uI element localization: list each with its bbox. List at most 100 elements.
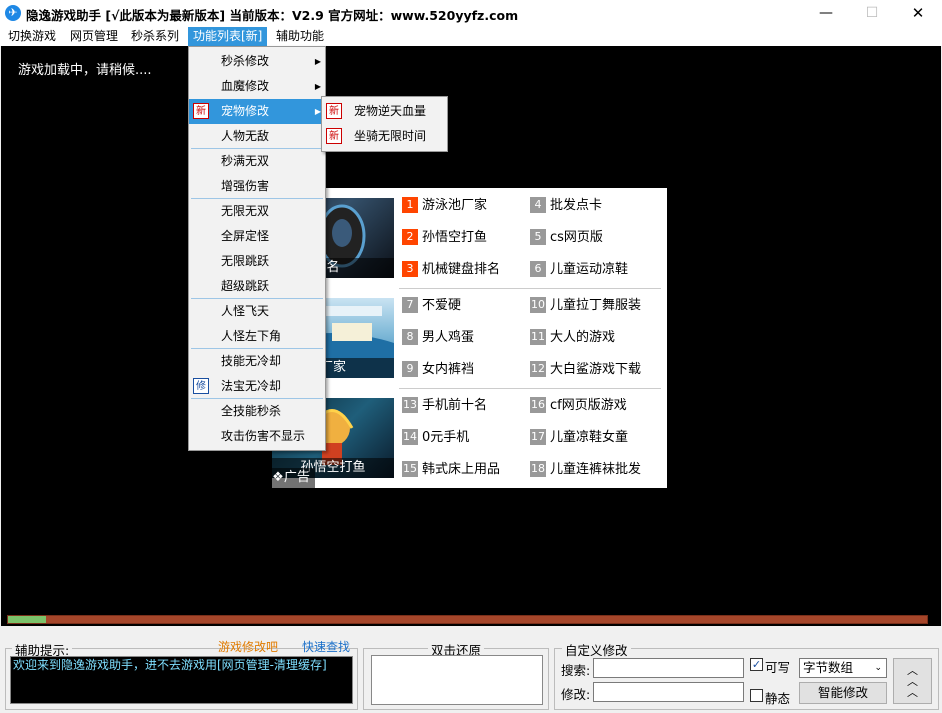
menu-switch-game[interactable]: 切换游戏 bbox=[3, 27, 61, 46]
ad-link-text: cs网页版 bbox=[550, 230, 603, 245]
dropdown-item[interactable]: 血魔修改 ▶ bbox=[189, 74, 325, 99]
dropdown-item-label: 人物无敌 bbox=[221, 129, 270, 143]
ad-link[interactable]: 7 不爱硬 bbox=[402, 296, 461, 316]
quick-search-link[interactable]: 快速查找 bbox=[302, 638, 350, 655]
rank-badge: 16 bbox=[530, 397, 546, 413]
ad-link-text: 大白鲨游戏下载 bbox=[550, 362, 642, 377]
dropdown-item[interactable]: 全屏定怪 bbox=[189, 224, 325, 249]
dropdown-item[interactable]: 增强伤害 bbox=[189, 174, 325, 199]
submenu-item[interactable]: 新宠物逆天血量 bbox=[322, 99, 447, 124]
divider bbox=[399, 288, 661, 289]
ad-link[interactable]: 6 儿童运动凉鞋 bbox=[530, 260, 628, 280]
submenu-item-label: 坐骑无限时间 bbox=[354, 129, 427, 143]
rank-badge: 17 bbox=[530, 429, 546, 445]
dropdown-item[interactable]: 秒满无双 bbox=[189, 149, 325, 174]
dropdown-item-label: 全技能秒杀 bbox=[221, 404, 282, 418]
dropdown-item-label: 技能无冷却 bbox=[221, 354, 282, 368]
rank-badge: 13 bbox=[402, 397, 418, 413]
ad-link-text: 不爱硬 bbox=[422, 298, 462, 313]
search-input[interactable] bbox=[593, 658, 744, 678]
rank-badge: 10 bbox=[530, 297, 546, 313]
rank-badge: 2 bbox=[402, 229, 418, 245]
ad-link[interactable]: 16 cf网页版游戏 bbox=[530, 396, 627, 416]
dropdown-item[interactable]: 全技能秒杀 bbox=[189, 399, 325, 424]
rank-badge: 14 bbox=[402, 429, 418, 445]
dropdown-item[interactable]: 超级跳跃 bbox=[189, 274, 325, 299]
paw-icon: ❖ bbox=[272, 470, 284, 485]
rank-badge: 6 bbox=[530, 261, 546, 277]
dropdown-item-label: 秒杀修改 bbox=[221, 54, 270, 68]
dropdown-item-label: 全屏定怪 bbox=[221, 229, 270, 243]
ad-link-text: 批发点卡 bbox=[550, 198, 603, 213]
ad-link[interactable]: 2 孙悟空打鱼 bbox=[402, 228, 487, 248]
submenu-item[interactable]: 新坐骑无限时间 bbox=[322, 124, 447, 149]
ad-link[interactable]: 10 儿童拉丁舞服装 bbox=[530, 296, 641, 316]
ad-link[interactable]: 13 手机前十名 bbox=[402, 396, 487, 416]
dropdown-item[interactable]: 技能无冷却 bbox=[189, 349, 325, 374]
submenu-item-label: 宠物逆天血量 bbox=[354, 104, 427, 118]
function-list-dropdown: 秒杀修改 ▶ 血魔修改 ▶ 新宠物修改 ▶ 人物无敌秒满无双 增强伤害无限无双全屏定怪无限跳跃… bbox=[188, 46, 326, 451]
scroll-up-button[interactable]: ︿ ︿ ︿ bbox=[893, 658, 932, 704]
dropdown-item[interactable]: 无限无双 bbox=[189, 199, 325, 224]
restore-list[interactable] bbox=[371, 655, 543, 705]
ad-link[interactable]: 11 大人的游戏 bbox=[530, 328, 615, 348]
dropdown-item-label: 无限跳跃 bbox=[221, 254, 270, 268]
dropdown-item-label: 超级跳跃 bbox=[221, 279, 270, 293]
menu-function-list[interactable]: 功能列表[新] bbox=[188, 27, 268, 46]
minimize-button[interactable]: — bbox=[803, 0, 849, 27]
dropdown-item[interactable]: 人怪左下角 bbox=[189, 324, 325, 349]
hint-text-box[interactable]: 欢迎来到隐逸游戏助手，进不去游戏用[网页管理-清理缓存] bbox=[10, 656, 353, 704]
rank-badge: 4 bbox=[530, 197, 546, 213]
ad-link-text: 男人鸡蛋 bbox=[422, 330, 475, 345]
ad-link[interactable]: 18 儿童连裤袜批发 bbox=[530, 460, 641, 480]
ad-link[interactable]: 17 儿童凉鞋女童 bbox=[530, 428, 628, 448]
ad-link-text: 儿童凉鞋女童 bbox=[550, 430, 629, 445]
dropdown-item[interactable]: 人怪飞天 bbox=[189, 299, 325, 324]
ad-link[interactable]: 15 韩式床上用品 bbox=[402, 460, 500, 480]
ad-link-text: 0元手机 bbox=[422, 430, 470, 445]
pet-modify-submenu: 新宠物逆天血量新坐骑无限时间 bbox=[321, 96, 448, 152]
ad-link-text: 孙悟空打鱼 bbox=[422, 230, 488, 245]
menu-kill-series[interactable]: 秒杀系列 bbox=[126, 27, 184, 46]
writable-checkbox[interactable]: ✓ bbox=[750, 658, 763, 671]
maximize-button[interactable]: ☐ bbox=[849, 0, 895, 27]
ad-link-text: 儿童拉丁舞服装 bbox=[550, 298, 642, 313]
static-checkbox[interactable] bbox=[750, 689, 763, 702]
dropdown-item-label: 人怪左下角 bbox=[221, 329, 282, 343]
rank-badge: 5 bbox=[530, 229, 546, 245]
dropdown-item[interactable]: 新宠物修改 ▶ bbox=[189, 99, 325, 124]
smart-modify-button[interactable]: 智能修改 bbox=[799, 682, 887, 704]
dropdown-item-label: 无限无双 bbox=[221, 204, 270, 218]
ad-tag: ❖广告 bbox=[267, 468, 315, 488]
divider bbox=[399, 388, 661, 389]
progress-fill bbox=[8, 616, 46, 623]
dropdown-item[interactable]: 无限跳跃 bbox=[189, 249, 325, 274]
menu-web-manage[interactable]: 网页管理 bbox=[65, 27, 123, 46]
ad-link[interactable]: 14 0元手机 bbox=[402, 428, 469, 448]
dropdown-item[interactable]: 攻击伤害不显示 bbox=[189, 424, 325, 449]
dropdown-item[interactable]: 修法宝无冷却 bbox=[189, 374, 325, 399]
ad-link[interactable]: 4 批发点卡 bbox=[530, 196, 602, 216]
ad-link[interactable]: 9 女内裤裆 bbox=[402, 360, 474, 380]
ad-link-text: 韩式床上用品 bbox=[422, 462, 501, 477]
modify-input[interactable] bbox=[593, 682, 744, 702]
rank-badge: 12 bbox=[530, 361, 546, 377]
custom-modify-title: 自定义修改 bbox=[562, 640, 631, 659]
ad-link[interactable]: 8 男人鸡蛋 bbox=[402, 328, 474, 348]
data-type-select[interactable]: 字节数组 ⌄ bbox=[799, 658, 887, 678]
rank-badge: 8 bbox=[402, 329, 418, 345]
dropdown-item[interactable]: 秒杀修改 ▶ bbox=[189, 49, 325, 74]
ad-link-text: 女内裤裆 bbox=[422, 362, 475, 377]
rank-badge: 9 bbox=[402, 361, 418, 377]
dropdown-item-label: 人怪飞天 bbox=[221, 304, 270, 318]
dropdown-item[interactable]: 人物无敌 bbox=[189, 124, 325, 149]
ad-link-text: cf网页版游戏 bbox=[550, 398, 627, 413]
menu-assist[interactable]: 辅助功能 bbox=[271, 27, 329, 46]
ad-link[interactable]: 12 大白鲨游戏下载 bbox=[530, 360, 641, 380]
modify-label: 修改: bbox=[561, 687, 591, 702]
ad-link[interactable]: 3 机械键盘排名 bbox=[402, 260, 500, 280]
ad-link[interactable]: 5 cs网页版 bbox=[530, 228, 603, 248]
ad-link[interactable]: 1 游泳池厂家 bbox=[402, 196, 487, 216]
forum-link[interactable]: 游戏修改吧 bbox=[218, 638, 278, 655]
close-button[interactable]: ✕ bbox=[895, 0, 941, 27]
